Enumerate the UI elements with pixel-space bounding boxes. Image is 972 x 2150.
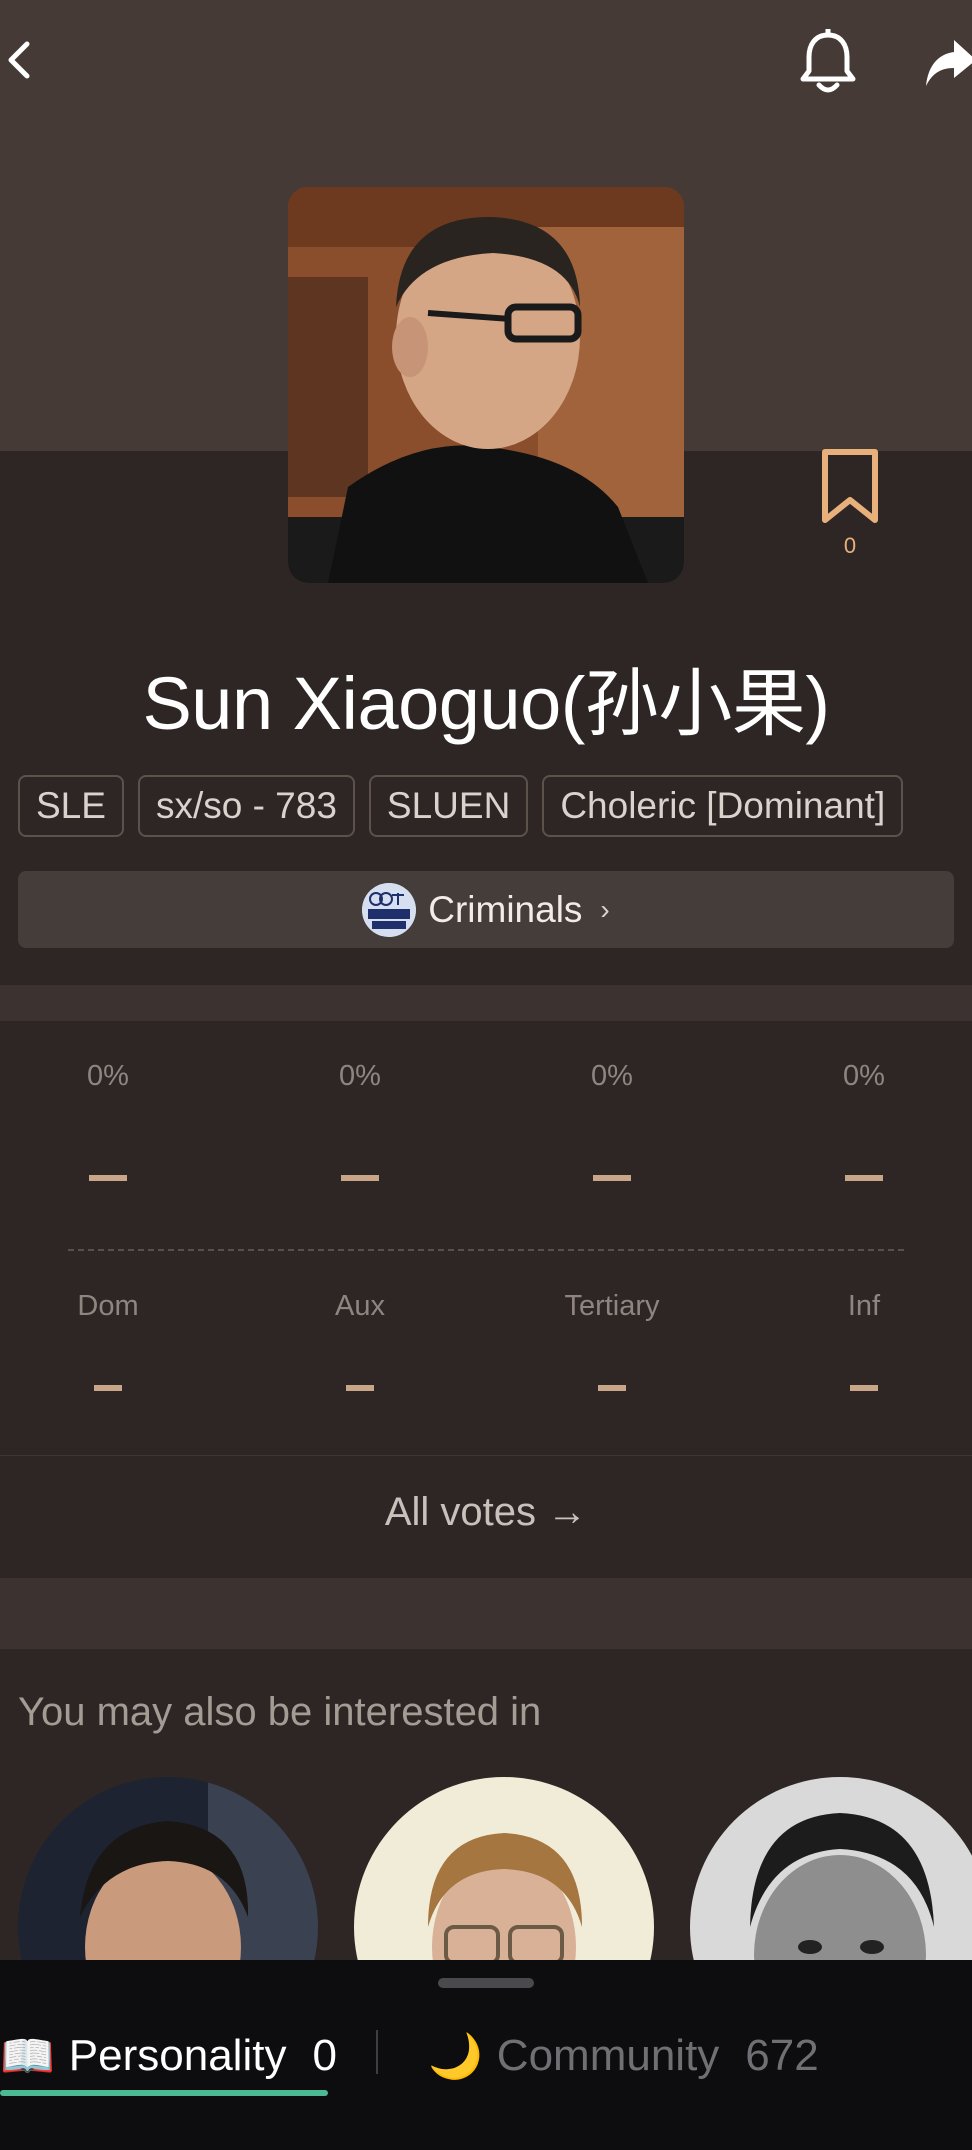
function-label-aux: Aux	[335, 1290, 385, 1322]
tab-divider	[376, 2030, 378, 2074]
function-dash-2	[260, 1378, 460, 1396]
tag-instinct[interactable]: sx/so - 783	[137, 775, 355, 837]
value-dash-3	[512, 1168, 712, 1186]
value-dash-4	[764, 1168, 964, 1186]
drag-handle[interactable]	[438, 1978, 534, 1988]
function-label-dom: Dom	[77, 1290, 139, 1322]
section-separator	[0, 985, 972, 1021]
percent-4: 0%	[843, 1060, 885, 1092]
tag-temperament[interactable]: Choleric [Dominant]	[542, 775, 904, 837]
type-tags: SLE sx/so - 783 SLUEN Choleric [Dominant…	[18, 775, 904, 837]
share-button[interactable]	[920, 24, 972, 100]
all-votes-link[interactable]: All votes →	[0, 1490, 972, 1535]
bell-icon	[800, 29, 856, 93]
tag-big-five[interactable]: SLUEN	[368, 775, 529, 837]
percent-3: 0%	[591, 1060, 633, 1092]
all-votes-label: All votes	[384, 1490, 537, 1534]
recommend-title: You may also be interested in	[18, 1690, 542, 1734]
tag-socionics[interactable]: SLE	[18, 775, 124, 837]
value-dash-2	[260, 1168, 460, 1186]
tab-personality[interactable]: 📖 Personality 0	[0, 2030, 337, 2082]
stats-divider	[68, 1249, 904, 1251]
share-arrow-icon	[926, 40, 972, 86]
active-tab-indicator	[0, 2090, 328, 2096]
back-button[interactable]	[0, 30, 40, 90]
bookmark-count: 0	[843, 533, 857, 558]
category-badge-icon	[362, 882, 417, 937]
votes-divider	[0, 1455, 972, 1456]
function-label-tertiary: Tertiary	[564, 1290, 660, 1322]
function-dash-3	[512, 1378, 712, 1396]
category-label: Criminals	[428, 888, 583, 930]
bookmark-button[interactable]: 0	[812, 448, 888, 558]
arrow-right-icon: →	[547, 1490, 588, 1534]
chevron-right-icon: ›	[600, 893, 610, 925]
profile-name: Sun Xiaoguo(孙小果)	[142, 662, 830, 745]
function-label-inf: Inf	[847, 1290, 881, 1322]
tab-community-count: 672	[745, 2031, 819, 2080]
category-link[interactable]: Criminals ›	[18, 871, 954, 948]
chevron-left-icon	[8, 41, 30, 79]
tab-community-label: Community	[496, 2031, 720, 2080]
percent-2: 0%	[339, 1060, 381, 1092]
function-dash-4	[764, 1378, 964, 1396]
value-dash-1	[8, 1168, 208, 1186]
tab-personality-count: 0	[312, 2031, 337, 2080]
profile-photo	[288, 187, 684, 583]
tab-personality-label: Personality	[68, 2031, 287, 2080]
bookmark-icon	[822, 449, 878, 523]
function-dash-1	[8, 1378, 208, 1396]
section-separator-2	[0, 1578, 972, 1649]
percent-1: 0%	[87, 1060, 129, 1092]
book-icon: 📖	[0, 2032, 55, 2081]
tab-community[interactable]: 🌙 Community 672	[428, 2030, 819, 2082]
notification-button[interactable]	[795, 24, 861, 100]
moon-icon: 🌙	[428, 2032, 483, 2081]
